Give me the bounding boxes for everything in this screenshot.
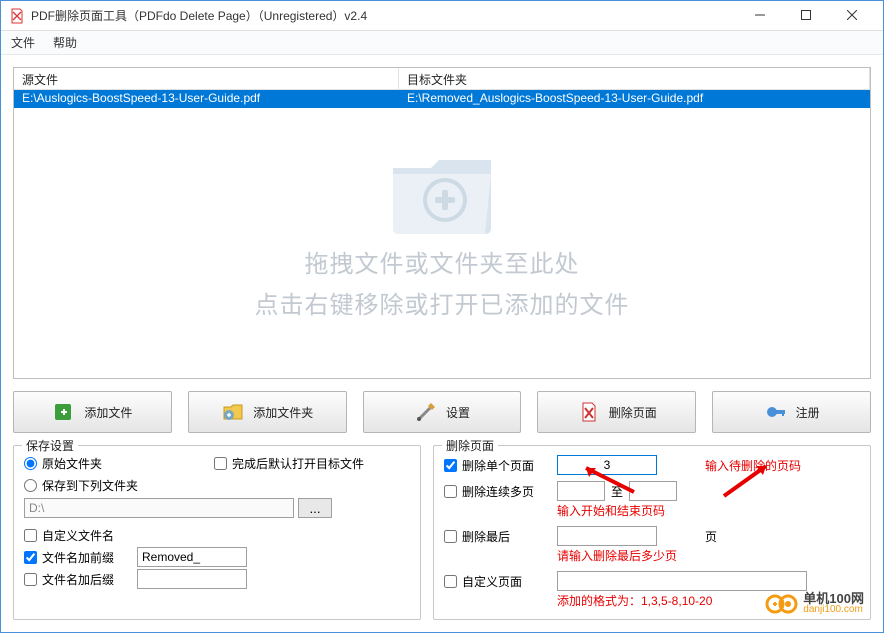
add-file-icon [52, 400, 76, 424]
cell-target: E:\Removed_Auslogics-BoostSpeed-13-User-… [399, 90, 870, 108]
check-open-after[interactable]: 完成后默认打开目标文件 [214, 452, 364, 474]
register-icon [764, 400, 788, 424]
hint-single: 输入待删除的页码 [705, 457, 801, 474]
check-delete-custom[interactable]: 自定义页面 [444, 573, 549, 590]
check-delete-single[interactable]: 删除单个页面 [444, 457, 549, 474]
watermark-icon [765, 593, 799, 615]
add-folder-button[interactable]: 添加文件夹 [188, 391, 347, 433]
table-row[interactable]: E:\Auslogics-BoostSpeed-13-User-Guide.pd… [14, 90, 870, 108]
save-legend: 保存设置 [22, 437, 78, 454]
add-folder-icon [221, 400, 245, 424]
maximize-button[interactable] [783, 0, 829, 30]
last-pages-input[interactable] [557, 526, 657, 546]
add-file-button[interactable]: 添加文件 [13, 391, 172, 433]
hint-last: 请输入删除最后多少页 [557, 547, 860, 564]
custom-pages-input[interactable] [557, 571, 807, 591]
check-prefix[interactable]: 文件名加前缀 [24, 546, 410, 568]
suffix-input[interactable] [137, 569, 247, 589]
range-start-input[interactable] [557, 481, 605, 501]
single-page-input[interactable] [557, 455, 657, 475]
browse-button[interactable]: ... [298, 498, 332, 518]
save-settings-group: 保存设置 原始文件夹 保存到下列文件夹 完成后默认打开目标文件 [13, 445, 421, 620]
app-icon [9, 8, 25, 24]
menu-bar: 文件 帮助 [1, 31, 883, 55]
dropzone-line1: 拖拽文件或文件夹至此处 [305, 244, 580, 279]
hint-range: 输入开始和结束页码 [557, 502, 860, 519]
cell-source: E:\Auslogics-BoostSpeed-13-User-Guide.pd… [14, 90, 399, 108]
close-button[interactable] [829, 0, 875, 30]
table-header: 源文件 目标文件夹 [14, 68, 870, 90]
folder-plus-icon [387, 148, 497, 238]
menu-file[interactable]: 文件 [11, 34, 35, 51]
check-custom-name[interactable]: 自定义文件名 [24, 524, 410, 546]
delete-page-button[interactable]: 删除页面 [537, 391, 696, 433]
col-source[interactable]: 源文件 [14, 68, 399, 89]
minimize-button[interactable] [737, 0, 783, 30]
check-suffix[interactable]: 文件名加后缀 [24, 568, 410, 590]
toolbar-row: 添加文件 添加文件夹 设置 删除页面 注册 [13, 389, 871, 435]
file-table[interactable]: 源文件 目标文件夹 E:\Auslogics-BoostSpeed-13-Use… [13, 67, 871, 379]
settings-button[interactable]: 设置 [363, 391, 522, 433]
window-title: PDF删除页面工具（PDFdo Delete Page）（Unregistere… [31, 7, 737, 24]
check-delete-last[interactable]: 删除最后 [444, 528, 549, 545]
register-button[interactable]: 注册 [712, 391, 871, 433]
delete-page-icon [577, 400, 601, 424]
delete-pages-group: 删除页面 删除单个页面 输入待删除的页码 删除连续多页 [433, 445, 871, 620]
check-delete-range[interactable]: 删除连续多页 [444, 483, 549, 500]
site-watermark: 单机100网 danji100.com [765, 592, 864, 615]
prefix-input[interactable] [137, 547, 247, 567]
settings-icon [414, 400, 438, 424]
save-path-input [24, 498, 294, 518]
radio-original-folder[interactable]: 原始文件夹 [24, 452, 194, 474]
menu-help[interactable]: 帮助 [53, 34, 77, 51]
range-end-input[interactable] [629, 481, 677, 501]
dropzone-line2: 点击右键移除或打开已添加的文件 [255, 285, 630, 320]
title-bar: PDF删除页面工具（PDFdo Delete Page）（Unregistere… [1, 1, 883, 31]
radio-save-below[interactable]: 保存到下列文件夹 [24, 474, 194, 496]
col-target[interactable]: 目标文件夹 [399, 68, 870, 89]
dropzone-hint: 拖拽文件或文件夹至此处 点击右键移除或打开已添加的文件 [14, 90, 870, 378]
